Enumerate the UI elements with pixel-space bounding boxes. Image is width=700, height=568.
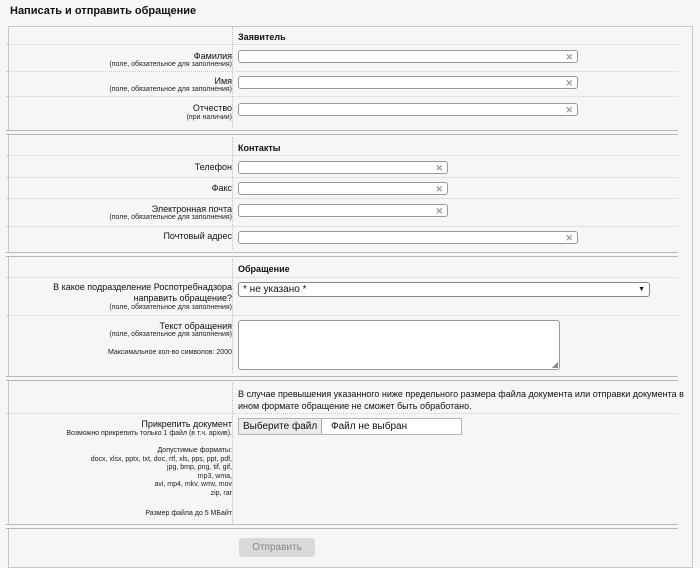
department-label-line2: направить обращение? xyxy=(133,293,232,303)
section-title-contacts: Контакты xyxy=(238,143,281,153)
formats-line: docx, xlsx, pptx, txt, doc, rtf, xls, pp… xyxy=(90,455,232,463)
max-size-note: Размер файла до 5 МБайт xyxy=(145,510,232,517)
section-separator xyxy=(6,376,678,381)
formats-line: jpg, bmp, png, tif, gif, xyxy=(167,464,232,471)
attach-label: Прикрепить документ xyxy=(141,419,232,429)
clear-x-icon[interactable]: ✕ xyxy=(435,183,443,195)
appeal-text-area[interactable]: ◢ xyxy=(238,320,560,370)
email-input[interactable]: ✕ xyxy=(238,204,448,217)
text-label: Текст обращения xyxy=(159,321,232,331)
phone-input[interactable]: ✕ xyxy=(238,161,448,174)
name-note: (поле, обязательное для заполнения) xyxy=(109,86,232,93)
row-divider xyxy=(6,155,678,156)
department-select[interactable]: * не указано * ▼ xyxy=(238,282,650,297)
formats-title: Допустимые форматы: xyxy=(157,447,232,454)
no-file-text: Файл не выбран xyxy=(331,421,408,432)
surname-input[interactable]: ✕ xyxy=(238,50,578,63)
email-label: Электронная почта xyxy=(151,204,232,214)
clear-x-icon[interactable]: ✕ xyxy=(435,162,443,174)
section-separator xyxy=(6,252,678,257)
page-title: Написать и отправить обращение xyxy=(10,5,197,17)
section-title-applicant: Заявитель xyxy=(238,32,286,42)
fax-input[interactable]: ✕ xyxy=(238,182,448,195)
surname-note: (поле, обязательное для заполнения) xyxy=(109,61,232,68)
attachment-notice: В случае превышения указанного ниже пред… xyxy=(238,389,684,411)
department-selected-value: * не указано * xyxy=(243,284,307,295)
section-separator xyxy=(6,130,678,135)
max-chars-note: Максимальное кол-во символов: 2000 xyxy=(107,349,232,356)
clear-x-icon[interactable]: ✕ xyxy=(565,51,573,63)
column-divider xyxy=(232,383,233,523)
row-divider xyxy=(6,226,678,227)
department-label-line1: В какое подразделение Роспотребнадзора xyxy=(53,282,232,292)
attach-limit-note: Возможно прикрепить только 1 файл (в т.ч… xyxy=(66,430,232,437)
row-divider xyxy=(6,177,678,178)
clear-x-icon[interactable]: ✕ xyxy=(565,232,573,244)
column-divider xyxy=(232,27,233,127)
patronymic-label: Отчество xyxy=(192,103,232,113)
formats-line: avi, mp4, mkv, wmv, mov xyxy=(154,481,232,488)
dropdown-arrow-icon: ▼ xyxy=(638,286,645,293)
row-divider xyxy=(6,44,678,45)
clear-x-icon[interactable]: ✕ xyxy=(565,77,573,89)
section-separator xyxy=(6,524,678,529)
patronymic-note: (при наличии) xyxy=(186,114,232,121)
row-divider xyxy=(6,277,678,278)
formats-info: Допустимые форматы: docx, xlsx, pptx, tx… xyxy=(91,447,232,498)
file-input[interactable]: Выберите файл Файл не выбран xyxy=(238,418,462,435)
postal-input[interactable]: ✕ xyxy=(238,231,578,244)
name-input[interactable]: ✕ xyxy=(238,76,578,89)
row-divider xyxy=(6,96,678,97)
row-divider xyxy=(6,198,678,199)
patronymic-input[interactable]: ✕ xyxy=(238,103,578,116)
surname-label: Фамилия xyxy=(193,51,232,61)
postal-label: Почтовый адрес xyxy=(163,231,232,241)
clear-x-icon[interactable]: ✕ xyxy=(435,205,443,217)
column-divider xyxy=(232,137,233,249)
choose-file-button[interactable]: Выберите файл xyxy=(239,419,323,434)
email-note: (поле, обязательное для заполнения) xyxy=(109,214,232,221)
formats-line: mp3, wma, xyxy=(197,472,232,480)
submit-button[interactable]: Отправить xyxy=(239,538,315,557)
text-note: (поле, обязательное для заполнения) xyxy=(109,331,232,338)
phone-label: Телефон xyxy=(194,162,232,172)
name-label: Имя xyxy=(214,76,232,86)
clear-x-icon[interactable]: ✕ xyxy=(565,104,573,116)
row-divider xyxy=(6,71,678,72)
fax-label: Факс xyxy=(211,183,232,193)
row-divider xyxy=(6,315,678,316)
row-divider xyxy=(6,413,678,414)
section-title-appeal: Обращение xyxy=(238,264,290,274)
department-note: (поле, обязательное для заполнения) xyxy=(109,304,232,311)
resize-grip-icon[interactable]: ◢ xyxy=(552,361,558,369)
formats-line: zip, rar xyxy=(210,489,232,497)
